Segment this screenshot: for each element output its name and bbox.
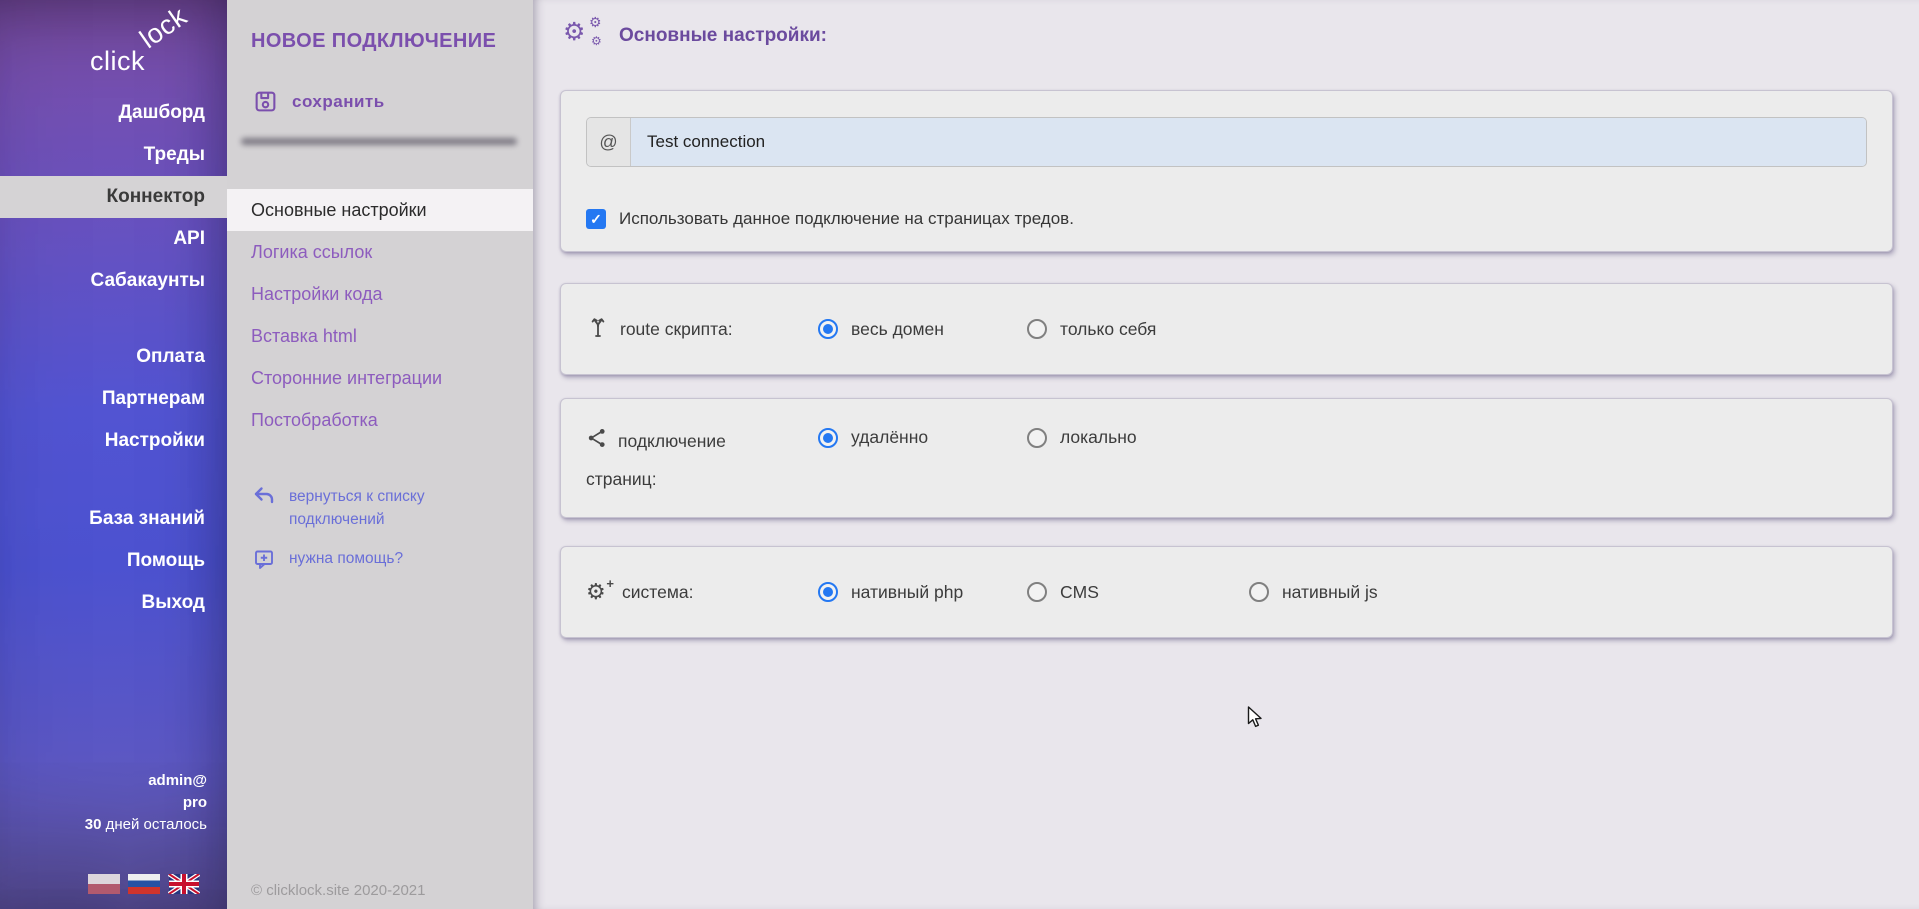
nav-spacer	[0, 302, 227, 336]
account-info: admin@ pro 30 дней осталось	[85, 770, 207, 836]
language-switcher	[88, 874, 200, 894]
primary-sidebar: click lock Дашборд Треды Коннектор API С…	[0, 0, 227, 909]
radio-unselected-icon[interactable]	[1027, 428, 1047, 448]
add-comment-icon	[253, 548, 275, 575]
menu-item-html-insert[interactable]: Вставка html	[227, 315, 533, 357]
radio-selected-icon[interactable]	[818, 582, 838, 602]
route-script-label: route скрипта:	[586, 315, 818, 344]
sidebar-item-subaccounts[interactable]: Сабакаунты	[0, 260, 227, 302]
page-connection-label: подключение страниц:	[586, 427, 818, 491]
system-label: ⚙+ система:	[586, 581, 818, 603]
flag-uk-icon[interactable]	[168, 874, 200, 894]
radio-option-local[interactable]: локально	[1027, 427, 1137, 448]
share-icon	[586, 427, 608, 455]
save-button[interactable]: сохранить	[253, 89, 385, 114]
section-divider	[241, 138, 517, 145]
floppy-disk-icon	[253, 89, 278, 114]
radio-option-native-js[interactable]: нативный js	[1249, 582, 1378, 603]
logo-text-click: click	[90, 46, 145, 77]
radio-unselected-icon[interactable]	[1249, 582, 1269, 602]
radio-option-only-self[interactable]: только себя	[1027, 319, 1156, 340]
need-help-link[interactable]: нужна помощь?	[253, 547, 533, 575]
radio-option-remote[interactable]: удалённо	[818, 427, 1027, 448]
sidebar-item-settings[interactable]: Настройки	[0, 420, 227, 462]
flag-russia-icon[interactable]	[128, 874, 160, 894]
radio-option-native-php[interactable]: нативный php	[818, 582, 1027, 603]
radio-unselected-icon[interactable]	[1027, 319, 1047, 339]
flag-muted-icon[interactable]	[88, 874, 120, 894]
account-plan-badge: pro	[85, 792, 207, 814]
connection-name-card: @ ✓ Использовать данное подключение на с…	[560, 90, 1893, 252]
sidebar-item-dashboard[interactable]: Дашборд	[0, 92, 227, 134]
page-connection-card: подключение страниц: удалённо локально	[560, 398, 1893, 518]
undo-arrow-icon	[253, 486, 275, 511]
secondary-sidebar: НОВОЕ ПОДКЛЮЧЕНИЕ сохранить Основные нас…	[227, 0, 533, 909]
account-days-left: 30 дней осталось	[85, 814, 207, 836]
menu-item-code-settings[interactable]: Настройки кода	[227, 273, 533, 315]
connection-name-input-group: @	[586, 117, 1867, 167]
menu-item-link-logic[interactable]: Логика ссылок	[227, 231, 533, 273]
radio-selected-icon[interactable]	[818, 319, 838, 339]
connection-settings-menu: Основные настройки Логика ссылок Настрой…	[227, 189, 533, 441]
radio-selected-icon[interactable]	[818, 428, 838, 448]
save-button-label: сохранить	[292, 92, 385, 112]
back-link-label: вернуться к списку подключений	[289, 485, 479, 531]
radio-option-cms[interactable]: CMS	[1027, 582, 1249, 603]
sidebar-item-payment[interactable]: Оплата	[0, 336, 227, 378]
route-script-card: route скрипта: весь домен только себя	[560, 283, 1893, 375]
sidebar-item-knowledge-base[interactable]: База знаний	[0, 498, 227, 540]
checkbox-label: Использовать данное подключение на стран…	[619, 209, 1074, 229]
sidebar-item-help[interactable]: Помощь	[0, 540, 227, 582]
menu-item-third-party-integrations[interactable]: Сторонние интеграции	[227, 357, 533, 399]
system-card: ⚙+ система: нативный php CMS нативный js	[560, 546, 1893, 638]
menu-item-postprocessing[interactable]: Постобработка	[227, 399, 533, 441]
system-options: нативный php CMS нативный js	[818, 582, 1378, 603]
connection-name-input[interactable]	[631, 118, 1866, 166]
secondary-links: вернуться к списку подключений нужна пом…	[227, 485, 533, 575]
section-title: Основные настройки:	[619, 25, 827, 47]
page-title: НОВОЕ ПОДКЛЮЧЕНИЕ	[251, 30, 533, 53]
checkbox-checked-icon[interactable]: ✓	[586, 209, 606, 229]
account-email: admin@	[85, 770, 207, 792]
radio-unselected-icon[interactable]	[1027, 582, 1047, 602]
main-content: ⚙ ⚙ ⚙ Основные настройки: @ ✓ Использова…	[533, 0, 1919, 909]
app-window: click lock Дашборд Треды Коннектор API С…	[0, 0, 1919, 909]
primary-nav: Дашборд Треды Коннектор API Сабакаунты О…	[0, 92, 227, 624]
clicklock-logo[interactable]: click lock	[0, 14, 227, 86]
at-prefix: @	[587, 118, 631, 166]
sidebar-item-threads[interactable]: Треды	[0, 134, 227, 176]
sidebar-item-logout[interactable]: Выход	[0, 582, 227, 624]
radio-option-whole-domain[interactable]: весь домен	[818, 319, 1027, 340]
mouse-cursor	[1247, 706, 1265, 728]
main-header: ⚙ ⚙ ⚙ Основные настройки:	[563, 18, 827, 54]
settings-gears-icon: ⚙ ⚙ ⚙	[563, 18, 609, 54]
route-split-icon	[586, 315, 610, 344]
gear-plus-icon: ⚙+	[586, 581, 612, 603]
sidebar-item-api[interactable]: API	[0, 218, 227, 260]
nav-spacer	[0, 462, 227, 498]
help-link-label: нужна помощь?	[289, 547, 403, 570]
route-script-options: весь домен только себя	[818, 319, 1156, 340]
back-to-connections-link[interactable]: вернуться к списку подключений	[253, 485, 533, 531]
sidebar-item-connector[interactable]: Коннектор	[0, 176, 227, 218]
page-connection-options: удалённо локально	[818, 427, 1137, 448]
copyright-footer: © clicklock.site 2020-2021	[251, 882, 425, 899]
sidebar-item-partners[interactable]: Партнерам	[0, 378, 227, 420]
menu-item-basic-settings[interactable]: Основные настройки	[227, 189, 533, 231]
use-on-thread-pages-option[interactable]: ✓ Использовать данное подключение на стр…	[586, 209, 1867, 229]
